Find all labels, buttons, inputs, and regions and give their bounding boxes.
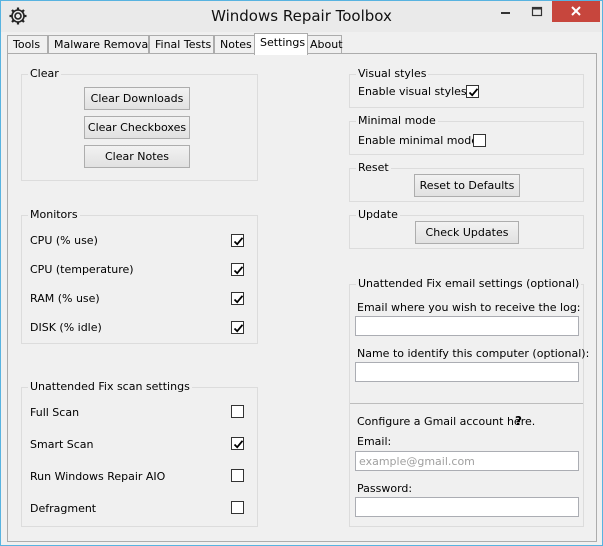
reset-defaults-button[interactable]: Reset to Defaults — [414, 174, 520, 197]
gmail-email-label: Email: — [357, 435, 392, 448]
receive-email-input[interactable] — [355, 316, 579, 336]
monitors-group-title: Monitors — [28, 208, 80, 221]
monitor-ram-checkbox[interactable] — [231, 292, 244, 305]
monitors-group: Monitors CPU (% use) CPU (temperature) R… — [21, 208, 258, 344]
scan-settings-group: Unattended Fix scan settings Full Scan S… — [21, 380, 258, 527]
smart-scan-checkbox[interactable] — [231, 437, 244, 450]
minimal-mode-checkbox[interactable] — [473, 134, 486, 147]
minimal-mode-group: Minimal mode Enable minimal mode? — [349, 114, 584, 155]
defragment-checkbox[interactable] — [231, 501, 244, 514]
close-icon — [571, 6, 581, 16]
receive-email-label: Email where you wish to receive the log: — [357, 301, 581, 314]
minimize-button[interactable] — [491, 1, 521, 22]
gmail-email-input[interactable] — [355, 451, 579, 471]
reset-group-title: Reset — [356, 161, 391, 174]
tab-final-tests[interactable]: Final Tests — [149, 35, 214, 54]
check-updates-button[interactable]: Check Updates — [415, 221, 519, 244]
monitor-disk-checkbox[interactable] — [231, 321, 244, 334]
minimal-mode-label: Enable minimal mode? — [358, 134, 484, 147]
clear-downloads-button[interactable]: Clear Downloads — [84, 87, 190, 110]
clear-notes-button[interactable]: Clear Notes — [84, 145, 190, 168]
computer-name-input[interactable] — [355, 362, 579, 382]
tab-malware-removal[interactable]: Malware Removal — [48, 35, 151, 54]
gmail-password-label: Password: — [357, 482, 413, 495]
clear-group: Clear Clear Downloads Clear Checkboxes C… — [21, 67, 258, 181]
gmail-config-label: Configure a Gmail account here. — [357, 415, 536, 428]
email-settings-group: Unattended Fix email settings (optional)… — [349, 277, 589, 527]
reset-group: Reset Reset to Defaults — [349, 161, 584, 202]
email-settings-group-title: Unattended Fix email settings (optional) — [356, 277, 582, 290]
monitor-cpu-use-label: CPU (% use) — [30, 234, 98, 247]
visual-styles-checkbox[interactable] — [466, 85, 479, 98]
gmail-password-input[interactable] — [355, 497, 579, 517]
smart-scan-label: Smart Scan — [30, 438, 94, 451]
maximize-button[interactable] — [522, 1, 552, 22]
main-window: Windows Repair Toolbox Tools Malware Rem… — [0, 0, 603, 546]
run-windows-repair-label: Run Windows Repair AIO — [30, 470, 166, 483]
help-icon[interactable]: ? — [515, 414, 522, 428]
run-windows-repair-checkbox[interactable] — [231, 469, 244, 482]
update-group-title: Update — [356, 208, 400, 221]
checkmark-icon — [233, 324, 244, 333]
full-scan-label: Full Scan — [30, 406, 80, 419]
monitor-cpu-use-checkbox[interactable] — [231, 234, 244, 247]
clear-checkboxes-button[interactable]: Clear Checkboxes — [84, 116, 190, 139]
title-bar[interactable]: Windows Repair Toolbox — [1, 1, 602, 32]
visual-styles-group-title: Visual styles — [356, 67, 429, 80]
scan-settings-group-title: Unattended Fix scan settings — [28, 380, 192, 393]
update-group: Update Check Updates — [349, 208, 584, 249]
minimize-icon — [501, 12, 510, 14]
tab-settings[interactable]: Settings — [254, 33, 308, 55]
defragment-label: Defragment — [30, 502, 97, 515]
email-divider — [350, 403, 583, 404]
computer-name-label: Name to identify this computer (optional… — [357, 347, 590, 360]
checkmark-icon — [468, 88, 479, 97]
visual-styles-label: Enable visual styles? — [358, 85, 473, 98]
checkmark-icon — [233, 266, 244, 275]
checkmark-icon — [233, 237, 244, 246]
visual-styles-group: Visual styles Enable visual styles? — [349, 67, 584, 108]
monitor-ram-label: RAM (% use) — [30, 292, 100, 305]
monitor-cpu-temp-label: CPU (temperature) — [30, 263, 134, 276]
maximize-icon — [531, 6, 543, 17]
full-scan-checkbox[interactable] — [231, 405, 244, 418]
close-button[interactable] — [552, 1, 600, 22]
settings-panel: Clear Clear Downloads Clear Checkboxes C… — [7, 53, 597, 542]
tab-about[interactable]: About — [304, 35, 343, 54]
monitor-cpu-temp-checkbox[interactable] — [231, 263, 244, 276]
clear-group-title: Clear — [28, 67, 61, 80]
monitor-disk-label: DISK (% idle) — [30, 321, 102, 334]
checkmark-icon — [233, 295, 244, 304]
tab-notes[interactable]: Notes — [214, 35, 256, 54]
tab-tools[interactable]: Tools — [7, 35, 48, 54]
checkmark-icon — [233, 440, 244, 449]
minimal-mode-group-title: Minimal mode — [356, 114, 438, 127]
